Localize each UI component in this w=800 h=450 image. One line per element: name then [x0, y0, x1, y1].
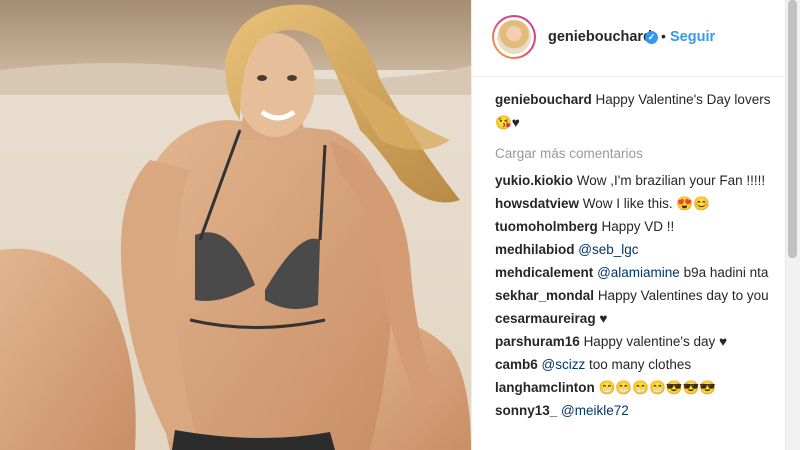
load-more-comments-button[interactable]: Cargar más comentarios — [495, 142, 780, 165]
comment-username[interactable]: mehdicalement — [495, 265, 593, 280]
comment-mention[interactable]: @meikle72 — [561, 403, 629, 418]
comment-item: yukio.kiokio Wow ,I'm brazilian your Fan… — [495, 169, 780, 192]
comment-text: Wow ,I'm brazilian your Fan !!!!! — [576, 173, 766, 188]
verified-badge-icon: ✓ — [645, 31, 658, 44]
comment-username[interactable]: langhamclinton — [495, 380, 595, 395]
scrollbar-thumb[interactable] — [788, 0, 797, 258]
separator-dot: • — [661, 28, 666, 44]
avatar[interactable] — [492, 15, 536, 59]
post-caption: geniebouchard Happy Valentine's Day love… — [495, 88, 780, 134]
comment-text: Happy VD !! — [601, 219, 675, 234]
comment-item: howsdatview Wow I like this. 😍😊 — [495, 192, 780, 215]
comment-text: Happy Valentines day to you — [597, 288, 769, 303]
post-photo[interactable] — [0, 0, 471, 450]
comment-item: parshuram16 Happy valentine's day ♥ — [495, 330, 780, 353]
comment-text: 😁😁😁😁😎😎😎 — [598, 380, 717, 395]
comment-list: geniebouchard Happy Valentine's Day love… — [495, 88, 780, 422]
comment-text: ♥ — [599, 311, 608, 326]
comment-item: sonny13_ @meikle72 — [495, 399, 780, 422]
username-link[interactable]: geniebouchard — [548, 29, 652, 45]
comment-item: tuomoholmberg Happy VD !! — [495, 215, 780, 238]
comment-username[interactable]: howsdatview — [495, 196, 579, 211]
comment-username[interactable]: yukio.kiokio — [495, 173, 573, 188]
comment-username[interactable]: sonny13_ — [495, 403, 557, 418]
comment-username[interactable]: parshuram16 — [495, 334, 580, 349]
avatar-image — [497, 20, 531, 54]
comment-text: too many clothes — [589, 357, 692, 372]
comment-item: sekhar_mondal Happy Valentines day to yo… — [495, 284, 780, 307]
comment-item: medhilabiod @seb_lgc — [495, 238, 780, 261]
comment-text: Happy valentine's day ♥ — [583, 334, 727, 349]
comment-item: cesarmaureirag ♥ — [495, 307, 780, 330]
comment-text: b9a hadini nta — [683, 265, 769, 280]
comment-username[interactable]: sekhar_mondal — [495, 288, 594, 303]
post-header: geniebouchard ✓ • Seguir — [472, 0, 786, 77]
post-image — [0, 0, 471, 450]
comment-mention[interactable]: @seb_lgc — [578, 242, 638, 257]
comment-mention[interactable]: @alamiamine — [597, 265, 680, 280]
comment-username[interactable]: camb6 — [495, 357, 538, 372]
comment-item: langhamclinton 😁😁😁😁😎😎😎 — [495, 376, 780, 399]
comments-container: yukio.kiokio Wow ,I'm brazilian your Fan… — [495, 169, 780, 422]
comment-username[interactable]: medhilabiod — [495, 242, 575, 257]
comment-username[interactable]: tuomoholmberg — [495, 219, 598, 234]
comment-mention[interactable]: @scizz — [542, 357, 586, 372]
comment-username[interactable]: cesarmaureirag — [495, 311, 596, 326]
comments-panel: geniebouchard ✓ • Seguir geniebouchard H… — [471, 0, 786, 450]
comment-text: Wow I like this. 😍😊 — [582, 196, 710, 211]
comment-item: camb6 @scizz too many clothes — [495, 353, 780, 376]
avatar-ring — [494, 17, 534, 57]
caption-username[interactable]: geniebouchard — [495, 92, 592, 107]
comment-item: mehdicalement @alamiamine b9a hadini nta — [495, 261, 780, 284]
follow-button[interactable]: Seguir — [670, 29, 715, 45]
